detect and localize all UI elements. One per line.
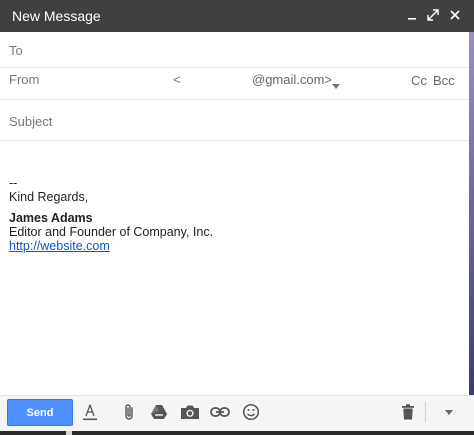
from-email[interactable]: @gmail.com>	[252, 72, 332, 87]
subject-placeholder: Subject	[9, 114, 53, 129]
signature-position: Editor and Founder of Company, Inc.	[9, 225, 214, 239]
link-icon[interactable]	[209, 401, 231, 423]
signature-separator: --	[9, 176, 18, 190]
background-window-edge	[469, 32, 474, 397]
cc-link[interactable]: Cc	[411, 73, 427, 88]
signature-closing: Kind Regards,	[9, 190, 89, 204]
from-label: From	[9, 72, 40, 87]
more-options-icon[interactable]	[438, 401, 460, 423]
to-label: To	[9, 43, 23, 58]
bottom-strip-gap	[66, 431, 72, 435]
photo-icon[interactable]	[179, 401, 201, 423]
minimize-icon[interactable]	[403, 6, 421, 24]
from-bracket: <	[173, 72, 181, 87]
emoji-icon[interactable]	[240, 401, 262, 423]
send-button[interactable]: Send	[7, 399, 73, 426]
compose-toolbar: Send	[0, 395, 474, 435]
window-title: New Message	[12, 8, 101, 24]
expand-icon[interactable]	[424, 6, 442, 24]
toolbar-divider	[425, 402, 426, 422]
from-field[interactable]: From < @gmail.com> Cc Bcc	[0, 62, 469, 100]
close-icon[interactable]	[446, 6, 464, 24]
attach-icon[interactable]	[118, 401, 140, 423]
formatting-icon[interactable]	[79, 401, 101, 423]
chevron-down-icon[interactable]	[332, 77, 340, 92]
trash-icon[interactable]	[397, 401, 419, 423]
compose-title-bar[interactable]: New Message	[0, 0, 474, 32]
signature-name: James Adams	[9, 211, 93, 225]
subject-field[interactable]: Subject	[0, 103, 469, 141]
message-body[interactable]: -- Kind Regards, James Adams Editor and …	[9, 176, 464, 253]
bottom-edge-strip	[0, 431, 474, 435]
signature-link[interactable]: http://website.com	[9, 239, 110, 253]
bcc-link[interactable]: Bcc	[433, 73, 455, 88]
drive-icon[interactable]	[148, 401, 170, 423]
